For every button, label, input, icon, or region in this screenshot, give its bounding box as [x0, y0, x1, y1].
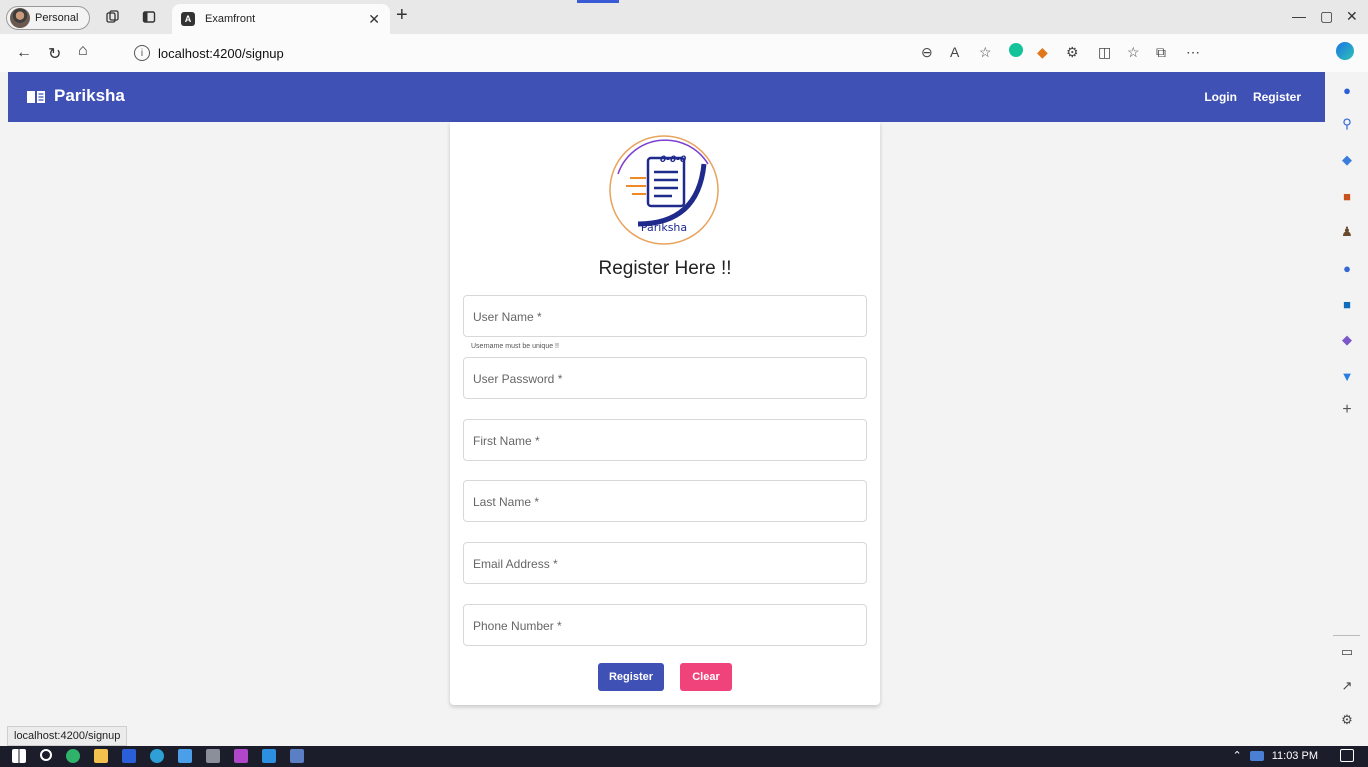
link-preview: localhost:4200/signup	[7, 726, 128, 746]
nav-links: Login Register	[1204, 90, 1301, 104]
refresh-icon[interactable]: ↻	[48, 44, 61, 64]
edge-sidebar: ● ⚲ ◆ ■ ♟ ● ■ ◆ ▼ + ▭ ↗ ⚙	[1325, 72, 1368, 727]
vscode-icon[interactable]	[262, 749, 276, 763]
signup-card: 0-0-0 Pariksha Register Here !! User Nam…	[450, 122, 880, 705]
angular-favicon-icon: A	[181, 12, 195, 26]
last-name-field[interactable]: Last Name *	[463, 480, 867, 522]
sidebar-divider	[1333, 635, 1360, 636]
url-text: localhost:4200/signup	[158, 45, 284, 61]
file-explorer-icon[interactable]	[94, 749, 108, 763]
new-tab-icon[interactable]: +	[396, 4, 408, 27]
snipping-tool-icon[interactable]	[290, 749, 304, 763]
book-icon	[27, 90, 45, 103]
collections-icon[interactable]: ⧉	[1156, 44, 1166, 61]
designer-icon[interactable]: ◆	[1339, 332, 1355, 348]
logo-digits: 0-0-0	[660, 155, 686, 165]
tab-actions-icon[interactable]	[140, 8, 158, 26]
terminal-icon[interactable]	[206, 749, 220, 763]
grammarly-extension-icon[interactable]	[1009, 43, 1023, 57]
app-toolbar: Pariksha Login Register	[8, 72, 1325, 122]
app-taskbar-icon[interactable]	[178, 749, 192, 763]
send-icon[interactable]: ▼	[1339, 368, 1355, 384]
email-field[interactable]: Email Address *	[463, 542, 867, 584]
username-label: User Name *	[473, 310, 542, 324]
notification-center-icon[interactable]	[1340, 749, 1354, 762]
register-button[interactable]: Register	[598, 663, 664, 691]
first-name-label: First Name *	[473, 434, 540, 448]
microsoft-365-icon[interactable]: ●	[1339, 260, 1355, 276]
pariksha-logo: 0-0-0 Pariksha	[609, 135, 719, 245]
clear-button[interactable]: Clear	[680, 663, 732, 691]
add-sidebar-app-icon[interactable]: +	[1339, 401, 1355, 418]
brand[interactable]: Pariksha	[26, 86, 125, 106]
register-link[interactable]: Register	[1253, 90, 1301, 104]
tab-close-icon[interactable]: ✕	[368, 11, 380, 28]
url-field[interactable]: i localhost:4200/signup	[134, 40, 1054, 66]
games-icon[interactable]: ♟	[1339, 224, 1355, 240]
read-aloud-icon[interactable]: A	[950, 44, 959, 60]
drag-indicator	[577, 0, 619, 3]
edge-taskbar-icon[interactable]	[150, 749, 164, 763]
restore-icon[interactable]: ▢	[1320, 8, 1333, 25]
password-field[interactable]: User Password *	[463, 357, 867, 399]
start-icon[interactable]	[12, 749, 26, 763]
system-tray: ⌃ 11:03 PM	[1233, 749, 1319, 763]
login-link[interactable]: Login	[1204, 90, 1237, 104]
hide-sidebar-icon[interactable]: ▭	[1339, 644, 1355, 660]
profile-avatar	[10, 8, 30, 28]
tab-examfront[interactable]: A Examfront ✕	[172, 4, 390, 34]
brand-name: Pariksha	[54, 86, 125, 105]
clock[interactable]: 11:03 PM	[1272, 750, 1318, 762]
outlook-icon[interactable]: ■	[1339, 296, 1355, 312]
email-label: Email Address *	[473, 557, 558, 571]
phone-label: Phone Number *	[473, 619, 562, 633]
home-icon[interactable]: ⌂	[78, 42, 88, 60]
password-label: User Password *	[473, 372, 563, 386]
taskbar: ⌃ 11:03 PM	[0, 746, 1368, 767]
favorite-star-icon[interactable]: ☆	[979, 44, 992, 61]
more-icon[interactable]: ⋯	[1186, 44, 1200, 61]
address-bar: ← ↻ ⌂ i localhost:4200/signup ⊖ A ☆ ◆ ⚙ …	[0, 34, 1368, 72]
notification-bell-icon[interactable]: ●	[1339, 82, 1355, 98]
extensions-icon[interactable]: ⚙	[1066, 44, 1079, 61]
tray-chevron-icon[interactable]: ⌃	[1233, 749, 1242, 762]
word-icon[interactable]	[122, 749, 136, 763]
logo-text: Pariksha	[641, 221, 687, 234]
workspaces-icon[interactable]	[104, 8, 122, 26]
search-icon[interactable]: ⚲	[1339, 116, 1355, 132]
last-name-label: Last Name *	[473, 495, 540, 509]
username-field[interactable]: User Name *	[463, 295, 867, 337]
phone-field[interactable]: Phone Number *	[463, 604, 867, 646]
search-taskbar-icon[interactable]	[40, 749, 52, 761]
back-icon[interactable]: ←	[16, 44, 32, 62]
intellij-icon[interactable]	[234, 749, 248, 763]
profile-label: Personal	[35, 12, 79, 24]
profile-button[interactable]: Personal	[6, 6, 90, 30]
copilot-icon[interactable]	[1336, 42, 1354, 60]
settings-gear-icon[interactable]: ⚙	[1339, 712, 1355, 728]
minimize-icon[interactable]: —	[1292, 8, 1306, 24]
metamask-extension-icon[interactable]: ◆	[1037, 44, 1048, 61]
network-icon[interactable]	[1249, 750, 1264, 761]
tab-title: Examfront	[205, 13, 256, 25]
split-screen-icon[interactable]: ◫	[1098, 44, 1111, 61]
site-info-icon[interactable]: i	[134, 45, 150, 61]
username-hint: Username must be unique !!	[471, 343, 559, 350]
zoom-icon[interactable]: ⊖	[921, 44, 933, 61]
page-title: Register Here !!	[598, 258, 732, 279]
tools-briefcase-icon[interactable]: ■	[1339, 188, 1355, 204]
chrome-taskbar-icon[interactable]	[66, 749, 80, 763]
close-window-icon[interactable]: ✕	[1346, 8, 1358, 25]
external-link-icon[interactable]: ↗	[1339, 678, 1355, 694]
first-name-field[interactable]: First Name *	[463, 419, 867, 461]
favorites-icon[interactable]: ☆	[1127, 44, 1140, 61]
browser-tab-strip: Personal A Examfront ✕ + — ▢ ✕	[0, 0, 1368, 34]
shopping-tag-icon[interactable]: ◆	[1339, 152, 1355, 168]
